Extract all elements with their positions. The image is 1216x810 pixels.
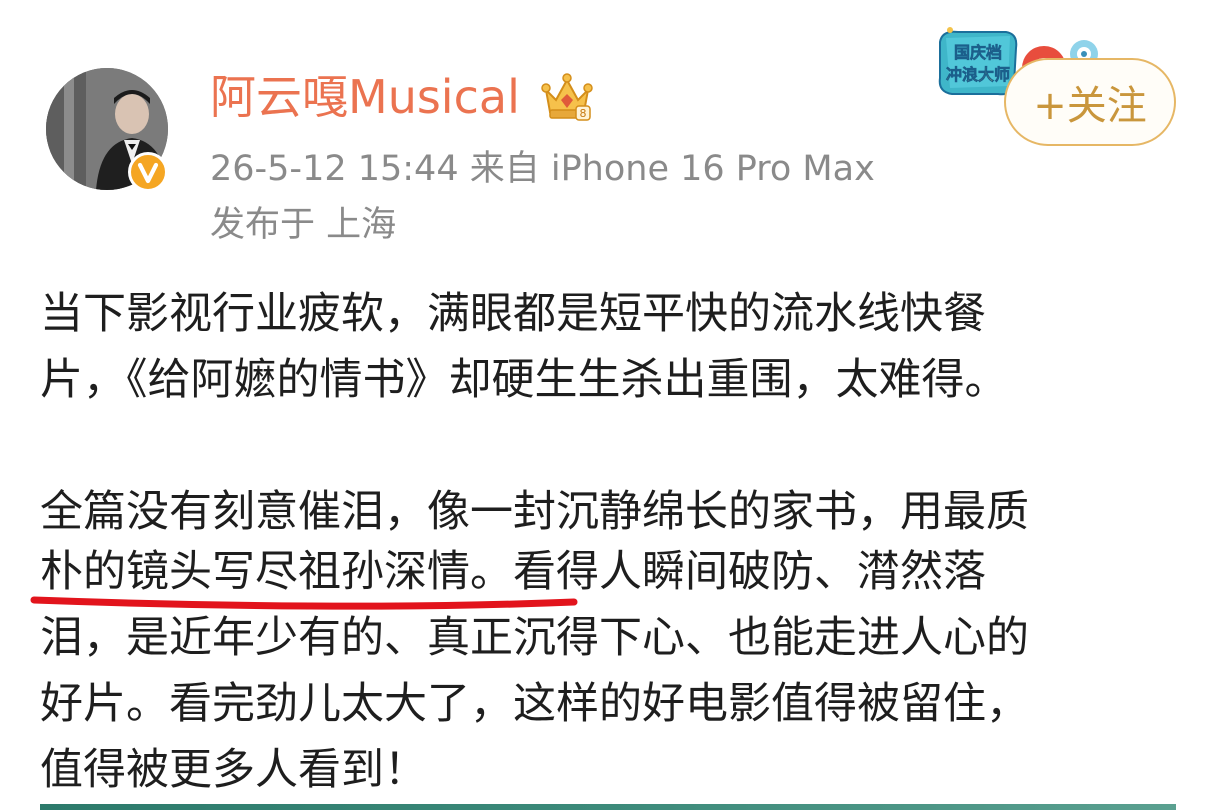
verified-badge — [128, 152, 168, 192]
post-time-source: 26-5-12 15:44 来自 iPhone 16 Pro Max — [210, 149, 875, 189]
post-line-7: 值得被更多人看到！ — [40, 745, 427, 795]
post-line-1: 当下影视行业疲软，满眼都是短平快的流水线快餐 — [40, 289, 986, 339]
post-line-2: 片，《给阿嬷的情书》却硬生生杀出重围，太难得。 — [40, 355, 1008, 405]
crown-icon: 8 — [538, 70, 596, 122]
post-line-5: 泪，是近年少有的、真正沉得下心、也能走进人心的 — [40, 613, 1029, 663]
badge-line-1: 国庆档 — [954, 43, 1002, 62]
post-line-6: 好片。看完劲儿太大了，这样的好电影值得被留住， — [40, 679, 1029, 729]
follow-button[interactable]: +关注 — [1004, 58, 1176, 146]
svg-text:8: 8 — [580, 107, 587, 120]
post-line-3: 全篇没有刻意催泪，像一封沉静绵长的家书，用最质 — [40, 487, 1029, 537]
badge-line-2: 冲浪大师 — [946, 65, 1010, 84]
bottom-media-edge — [40, 804, 1176, 810]
red-underline-annotation — [30, 596, 578, 610]
verified-v-icon — [137, 162, 159, 184]
post-location: 发布于 上海 — [210, 205, 397, 245]
username[interactable]: 阿云嘎Musical — [210, 66, 520, 128]
